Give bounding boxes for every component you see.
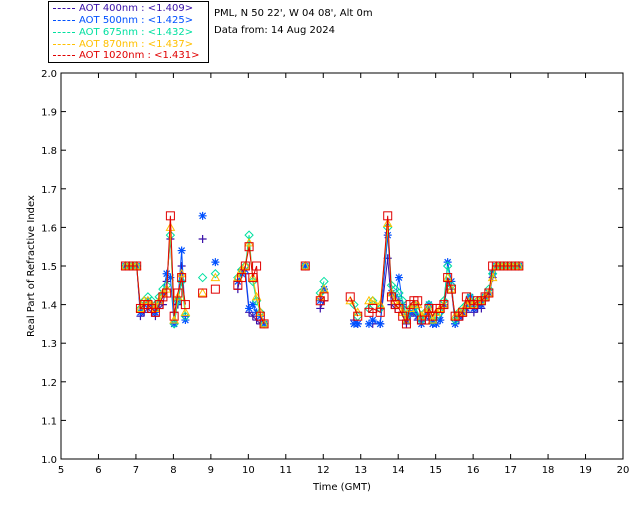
data-point-aot-500nm — [368, 316, 377, 325]
data-point-aot-400nm — [316, 304, 325, 313]
x-axis-label: Time (GMT) — [312, 482, 371, 493]
x-tick-label: 8 — [170, 465, 176, 476]
data-point-aot-500nm — [248, 300, 257, 309]
x-tick-label: 11 — [279, 465, 292, 476]
data-point-aot-500nm — [198, 211, 207, 220]
data-point-aot-870nm — [197, 288, 208, 297]
x-tick-label: 14 — [392, 465, 405, 476]
y-tick-label: 1.0 — [41, 455, 57, 466]
plot-frame — [60, 72, 624, 460]
x-tick-label: 7 — [133, 465, 139, 476]
y-tick-label: 1.1 — [41, 416, 57, 427]
x-tick-label: 18 — [542, 465, 555, 476]
x-tick-label: 10 — [242, 465, 255, 476]
y-tick-label: 1.4 — [41, 301, 57, 312]
y-tick-label: 2.0 — [41, 69, 57, 80]
y-tick-label: 1.5 — [41, 262, 57, 273]
data-point-aot-675nm — [197, 272, 208, 283]
data-point-aot-500nm — [353, 319, 362, 328]
data-point-aot-500nm — [177, 246, 186, 255]
x-tick-label: 9 — [208, 465, 214, 476]
y-tick-label: 1.3 — [41, 339, 57, 350]
x-tick-label: 6 — [95, 465, 101, 476]
y-tick-label: 1.8 — [41, 146, 57, 157]
x-tick-label: 12 — [317, 465, 330, 476]
x-tick-label: 13 — [354, 465, 367, 476]
y-axis-label: Real Part of Refractive Index — [26, 195, 37, 337]
data-point-aot-1020nm — [210, 284, 220, 294]
y-tick-label: 1.9 — [41, 108, 57, 119]
x-tick-label: 16 — [467, 465, 480, 476]
x-tick-label: 17 — [504, 465, 517, 476]
y-tick-label: 1.7 — [41, 185, 57, 196]
refractive-index-chart: 5 6 7 8 9 10 11 12 13 14 15 16 17 18 19 20 1.0 1.1 1.2 1.3 1… — [26, 69, 630, 493]
data-point-aot-400nm — [198, 234, 207, 243]
data-point-aot-500nm — [211, 258, 220, 267]
x-tick-label: 19 — [579, 465, 592, 476]
y-tick-label: 1.6 — [41, 223, 57, 234]
x-tick-label: 20 — [617, 465, 630, 476]
x-tick-label: 15 — [429, 465, 442, 476]
x-tick-label: 5 — [58, 465, 64, 476]
data-point-aot-500nm — [376, 319, 385, 328]
y-tick-label: 1.2 — [41, 378, 57, 389]
data-point-aot-500nm — [394, 273, 403, 282]
